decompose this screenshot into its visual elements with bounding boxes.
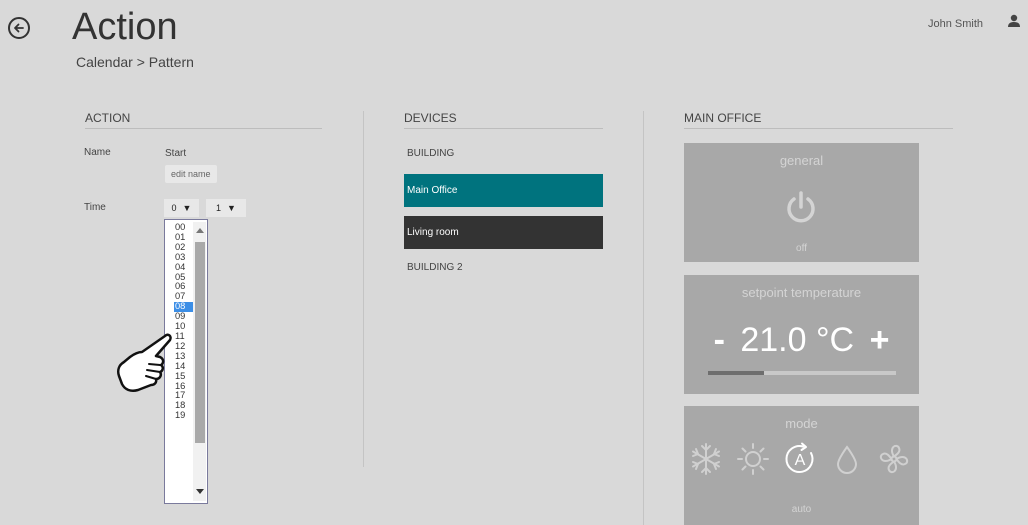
sun-icon[interactable]: [736, 442, 770, 476]
snowflake-icon[interactable]: [689, 442, 723, 476]
chevron-down-icon: ▼: [227, 203, 236, 213]
decrease-temperature-button[interactable]: -: [714, 321, 725, 359]
hour-options: 00 01 02 03 04 05 06 07 08 09 10 11 12 13 14 15 16 17 18 19: [174, 222, 194, 421]
dropdown-scrollbar[interactable]: [193, 222, 206, 501]
scrollbar-thumb[interactable]: [195, 242, 205, 443]
scroll-up-arrow-icon[interactable]: [196, 228, 204, 233]
chevron-down-icon: ▼: [182, 203, 192, 213]
fan-icon[interactable]: [877, 442, 911, 476]
back-button[interactable]: [8, 17, 30, 39]
general-tile[interactable]: general off: [684, 143, 919, 262]
device-building[interactable]: BUILDING: [407, 148, 454, 159]
action-section-heading: ACTION: [85, 111, 322, 129]
setpoint-tile: setpoint temperature - 21.0 °C +: [684, 275, 919, 394]
setpoint-control: - 21.0 °C +: [684, 321, 919, 360]
setpoint-tile-title: setpoint temperature: [741, 285, 862, 300]
mode-state: auto: [791, 504, 812, 515]
auto-mode-icon[interactable]: A: [783, 442, 817, 476]
minute-select-value: 1: [216, 203, 222, 213]
name-value: Start: [165, 148, 187, 159]
user-name[interactable]: John Smith: [928, 18, 983, 30]
devices-section-heading: DEVICES: [404, 111, 603, 129]
device-living-room[interactable]: Living room: [404, 216, 603, 249]
device-building-2[interactable]: BUILDING 2: [407, 262, 463, 273]
page-title: Action: [72, 6, 178, 48]
name-label: Name: [84, 147, 111, 158]
power-icon[interactable]: [783, 190, 819, 226]
increase-temperature-button[interactable]: +: [870, 321, 890, 359]
hand-pointer-icon: [116, 333, 172, 392]
hour-select[interactable]: 0 ▼: [164, 199, 199, 217]
time-label: Time: [84, 202, 106, 213]
scroll-down-arrow-icon[interactable]: [196, 489, 204, 494]
column-divider: [363, 111, 364, 467]
user-icon[interactable]: [1007, 14, 1021, 28]
mode-tile: mode A auto: [684, 406, 919, 525]
setpoint-value: 21.0 °C: [740, 321, 855, 359]
general-tile-title: general: [779, 153, 824, 168]
main-office-section-heading: MAIN OFFICE: [684, 111, 953, 129]
device-main-office[interactable]: Main Office: [404, 174, 603, 207]
setpoint-slider-fill: [708, 371, 765, 375]
breadcrumb[interactable]: Calendar > Pattern: [76, 54, 194, 70]
setpoint-slider[interactable]: [708, 371, 896, 375]
column-divider: [643, 111, 644, 525]
mode-tile-title: mode: [785, 416, 818, 431]
drop-icon[interactable]: [830, 442, 864, 476]
arrow-left-icon: [14, 23, 24, 33]
general-state: off: [796, 243, 807, 254]
edit-name-button[interactable]: edit name: [165, 165, 217, 183]
hour-option[interactable]: 15: [174, 371, 194, 382]
hour-select-value: 0: [171, 203, 177, 213]
hour-option[interactable]: 19: [174, 410, 194, 421]
minute-select[interactable]: 1 ▼: [206, 199, 246, 217]
svg-text:A: A: [795, 452, 806, 469]
